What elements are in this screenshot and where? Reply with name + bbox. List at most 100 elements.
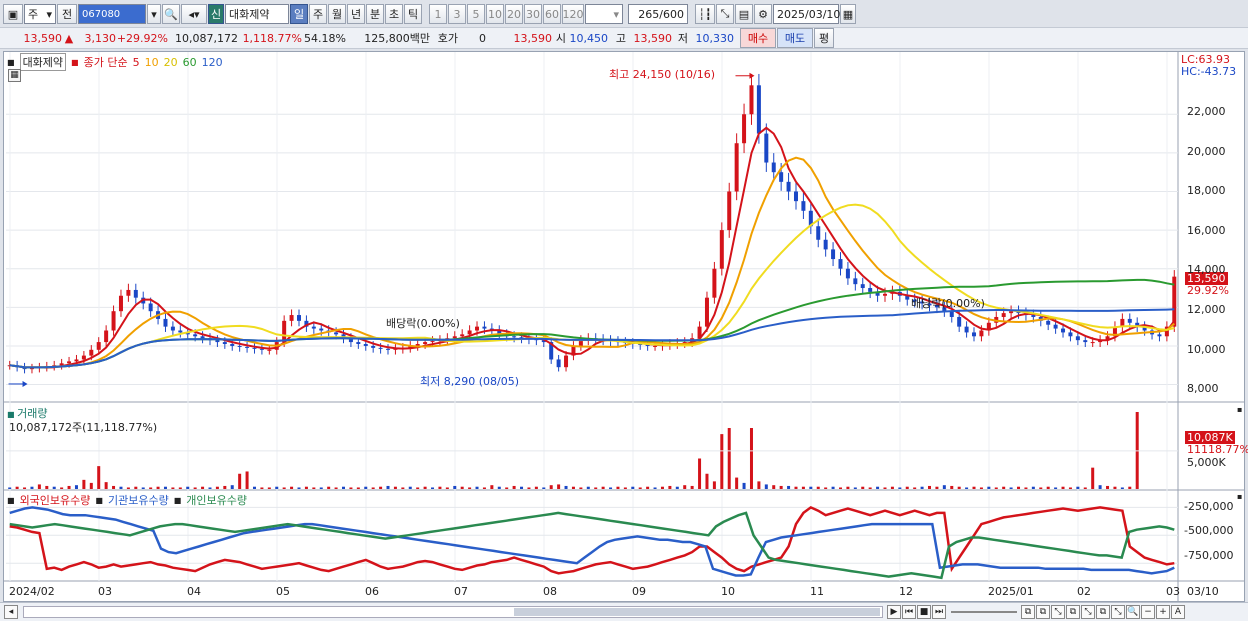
type-select[interactable]: 주 ▾: [24, 4, 56, 24]
grid-toggle-icon[interactable]: ▦: [8, 69, 21, 82]
gear-icon[interactable]: ⚙: [754, 4, 772, 24]
play-icon[interactable]: ▶: [887, 605, 901, 619]
candle-body: [749, 85, 754, 115]
panel-close-icon[interactable]: ▪: [1237, 492, 1242, 501]
period-week[interactable]: 주: [309, 4, 327, 24]
volume-bar: [460, 486, 464, 489]
period-minute[interactable]: 분: [366, 4, 384, 24]
volume-bar: [1068, 487, 1072, 489]
tool-icon[interactable]: ⧉: [1096, 605, 1110, 619]
code-dropdown-icon[interactable]: ▾: [147, 4, 161, 24]
eval-button[interactable]: 평: [814, 28, 834, 48]
buy-button[interactable]: 매수: [740, 28, 776, 48]
interval-5[interactable]: 5: [467, 4, 485, 24]
scroll-left-icon[interactable]: ◂: [4, 605, 18, 619]
candle-body: [1157, 334, 1162, 337]
tool-icon[interactable]: ⧉: [1066, 605, 1080, 619]
count-max: /600: [659, 7, 684, 21]
candle-body: [727, 191, 732, 231]
volume-bar: [1039, 487, 1043, 489]
interval-120[interactable]: 120: [562, 4, 584, 24]
volume-bar: [1031, 486, 1035, 489]
interval-30[interactable]: 30: [524, 4, 542, 24]
y-tick: 22,000: [1187, 105, 1226, 118]
plus-icon[interactable]: +: [1156, 605, 1170, 619]
volume-bar: [186, 486, 190, 489]
minus-icon[interactable]: −: [1141, 605, 1155, 619]
prev-button[interactable]: 전: [57, 4, 77, 24]
candle-body: [1009, 311, 1014, 314]
calendar-icon[interactable]: ▦: [840, 4, 856, 24]
candle-body: [74, 359, 79, 362]
stock-name-field[interactable]: 대화제약: [225, 4, 289, 24]
y-tick: 20,000: [1187, 145, 1226, 158]
tool-icon[interactable]: ⧉: [1036, 605, 1050, 619]
candle-body: [289, 315, 294, 321]
scrollbar[interactable]: [23, 606, 883, 618]
volume: 10,087,172: [175, 31, 238, 45]
volume-bar: [965, 487, 969, 489]
candle-body: [742, 114, 747, 144]
stop-icon[interactable]: ■: [917, 605, 931, 619]
window-menu-icon[interactable]: ▣: [3, 4, 23, 24]
stock-code-input[interactable]: 067080: [78, 4, 146, 24]
zoom-icon[interactable]: 🔍: [1126, 605, 1140, 619]
interval-3[interactable]: 3: [448, 4, 466, 24]
panel-close-icon[interactable]: ▪: [1237, 405, 1242, 414]
candle-body: [252, 347, 257, 349]
volume-bar: [238, 473, 242, 489]
volume-bar: [15, 486, 19, 489]
period-day[interactable]: 일: [290, 4, 308, 24]
y-tick: -500,000: [1184, 524, 1234, 537]
speaker-icon[interactable]: ◂▾: [181, 4, 207, 24]
candle-body: [860, 284, 865, 289]
interval-60[interactable]: 60: [543, 4, 561, 24]
candle-body: [1127, 318, 1132, 323]
chart-canvas[interactable]: [4, 52, 1244, 601]
volume-percent: 1,118.77%: [242, 31, 302, 45]
save-icon[interactable]: ▤: [735, 4, 753, 24]
candle-body: [1053, 324, 1058, 329]
period-second[interactable]: 초: [385, 4, 403, 24]
candle-body: [334, 332, 339, 335]
interval-20[interactable]: 20: [505, 4, 523, 24]
volume-bar: [571, 486, 575, 489]
volume-bar: [698, 458, 702, 489]
custom-interval-input[interactable]: ▾: [585, 4, 623, 24]
candle-body: [104, 330, 109, 343]
tool-icon[interactable]: ⤡: [1111, 605, 1125, 619]
rewind-icon[interactable]: ⏮: [902, 605, 916, 619]
interval-1[interactable]: 1: [429, 4, 447, 24]
period-month[interactable]: 월: [328, 4, 346, 24]
volume-bar: [319, 487, 323, 489]
sell-button[interactable]: 매도: [777, 28, 813, 48]
search-icon[interactable]: 🔍: [162, 4, 180, 24]
candle-body: [957, 316, 962, 327]
count-input[interactable]: 265/600: [628, 4, 688, 24]
forward-icon[interactable]: ⏭: [932, 605, 946, 619]
volume-bar: [423, 486, 427, 489]
period-tick[interactable]: 틱: [404, 4, 422, 24]
price-change: 3,130: [84, 31, 117, 45]
candle-body: [771, 162, 776, 173]
tool-icon[interactable]: ⤡: [1051, 605, 1065, 619]
date-input[interactable]: 2025/03/10: [773, 4, 840, 24]
tool-icon[interactable]: ⧉: [1021, 605, 1035, 619]
zoom-slider[interactable]: [951, 611, 1017, 613]
candle-icon[interactable]: ┆┇: [695, 4, 715, 24]
volume-bar: [653, 487, 657, 489]
scroll-thumb[interactable]: [514, 608, 880, 616]
candle-body: [96, 342, 101, 350]
open-label: 시: [555, 32, 566, 45]
font-icon[interactable]: A: [1171, 605, 1185, 619]
crosshair-icon[interactable]: ⤡: [716, 4, 734, 24]
x-tick: 2025/01: [988, 585, 1034, 598]
period-year[interactable]: 년: [347, 4, 365, 24]
volume-bar: [557, 484, 561, 489]
chart-area[interactable]: ■ 대화제약 ■ 종가 단순 5 10 20 60 120 ▦ LC:63.93…: [3, 51, 1248, 602]
interval-10[interactable]: 10: [486, 4, 504, 24]
volume-bar: [1106, 485, 1110, 489]
volume-bar: [364, 486, 368, 489]
tool-icon[interactable]: ⤡: [1081, 605, 1095, 619]
candle-body: [1068, 332, 1073, 337]
